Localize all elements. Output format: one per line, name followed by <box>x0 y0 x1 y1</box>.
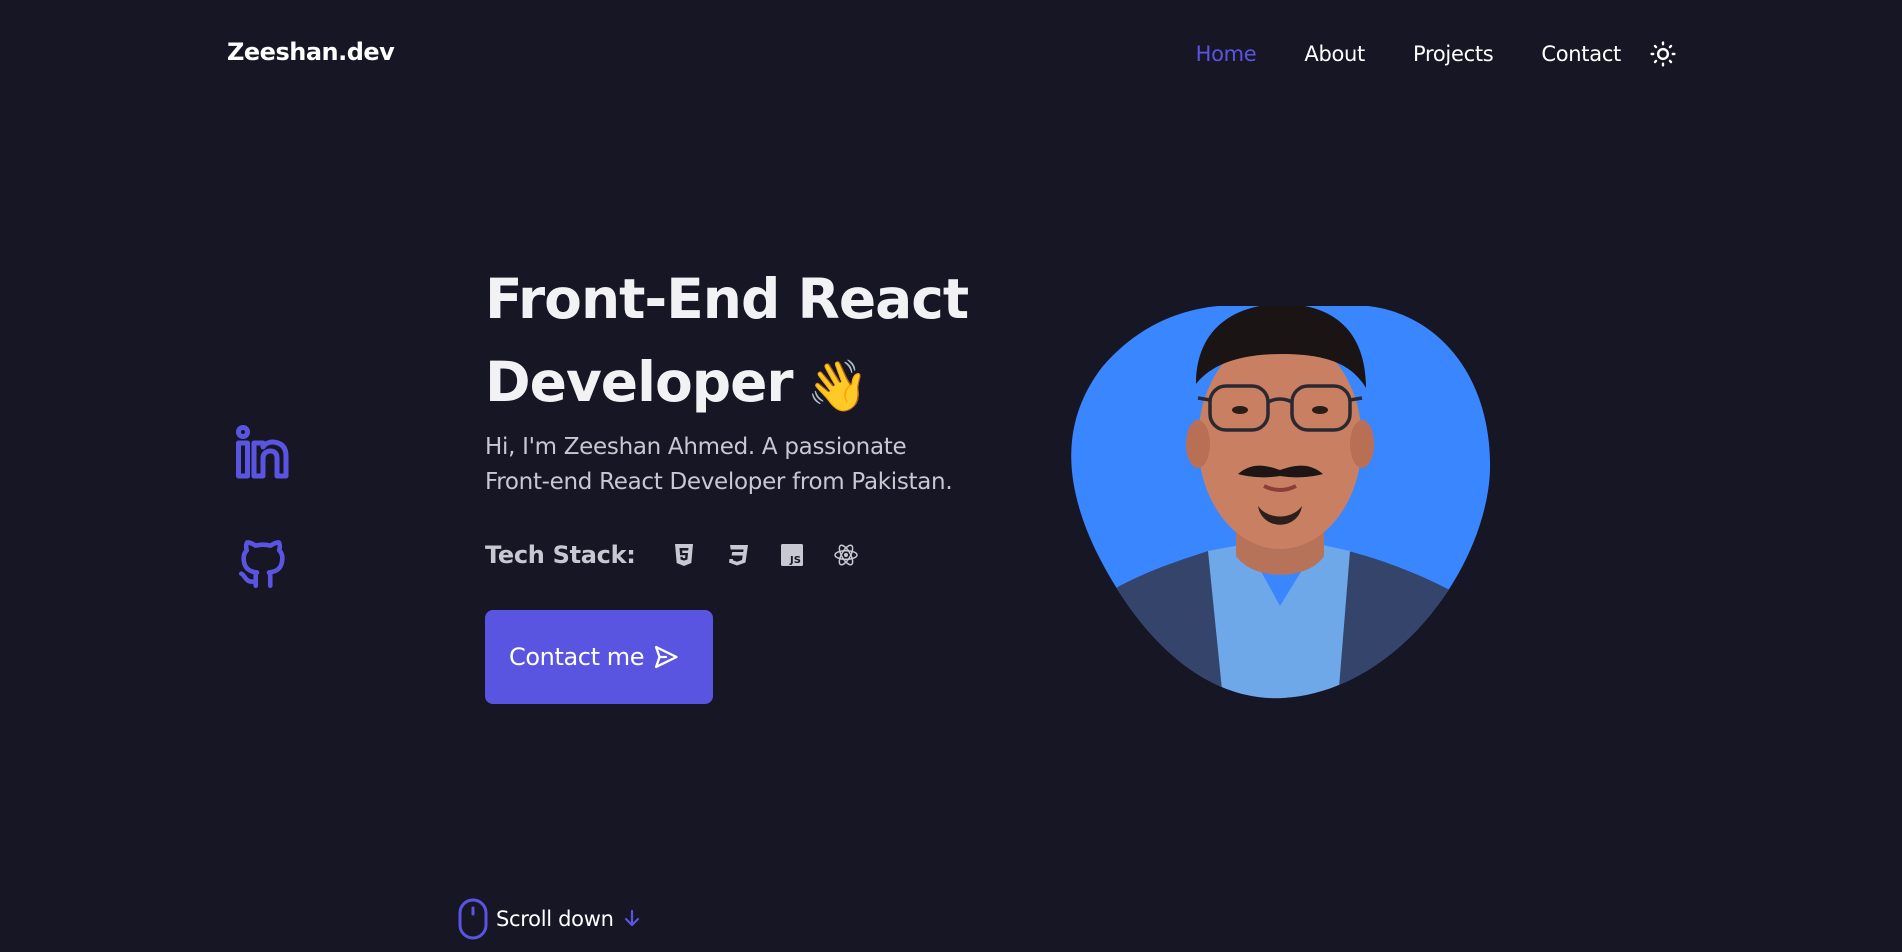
nav-about[interactable]: About <box>1304 42 1365 66</box>
page: Zeeshan.dev Home About Projects Contact <box>0 0 1902 952</box>
send-icon <box>655 645 678 669</box>
javascript-icon: JS <box>778 541 806 569</box>
contact-me-label: Contact me <box>509 643 645 671</box>
site-logo[interactable]: Zeeshan.dev <box>227 38 395 66</box>
hero-title-line1: Front-End React <box>485 267 969 331</box>
github-icon <box>238 540 285 589</box>
tech-stack: Tech Stack: JS <box>485 538 1005 572</box>
svg-text:JS: JS <box>789 555 801 566</box>
profile-photo <box>1071 306 1491 699</box>
react-icon <box>832 541 860 569</box>
theme-toggle-button[interactable] <box>1649 40 1677 68</box>
waving-hand-icon: 👋 <box>806 357 869 415</box>
hero-title: Front-End React Developer 👋 <box>485 258 1005 428</box>
sun-icon <box>1650 41 1676 67</box>
mouse-icon <box>458 898 488 940</box>
arrow-down-icon <box>624 909 639 927</box>
contact-me-button[interactable]: Contact me <box>485 610 713 704</box>
linkedin-icon <box>236 425 289 479</box>
main-nav: Home About Projects Contact <box>1196 36 1677 72</box>
hero-description: Hi, I'm Zeeshan Ahmed. A passionate Fron… <box>485 434 953 495</box>
github-link[interactable] <box>234 534 292 594</box>
hero-section: Front-End React Developer 👋 Hi, I'm Zeesh… <box>485 258 1005 704</box>
nav-projects[interactable]: Projects <box>1413 42 1494 66</box>
html5-icon <box>670 541 698 569</box>
nav-home[interactable]: Home <box>1196 42 1257 66</box>
social-links <box>234 422 292 594</box>
hero-title-line2: Developer <box>485 350 794 414</box>
css3-icon <box>724 541 752 569</box>
tech-stack-label: Tech Stack: <box>485 541 636 569</box>
linkedin-link[interactable] <box>234 422 292 482</box>
nav-contact[interactable]: Contact <box>1541 42 1621 66</box>
scroll-down-link[interactable]: Scroll down <box>458 898 642 940</box>
scroll-down-label: Scroll down <box>496 907 614 931</box>
tech-stack-icons: JS <box>670 541 860 569</box>
